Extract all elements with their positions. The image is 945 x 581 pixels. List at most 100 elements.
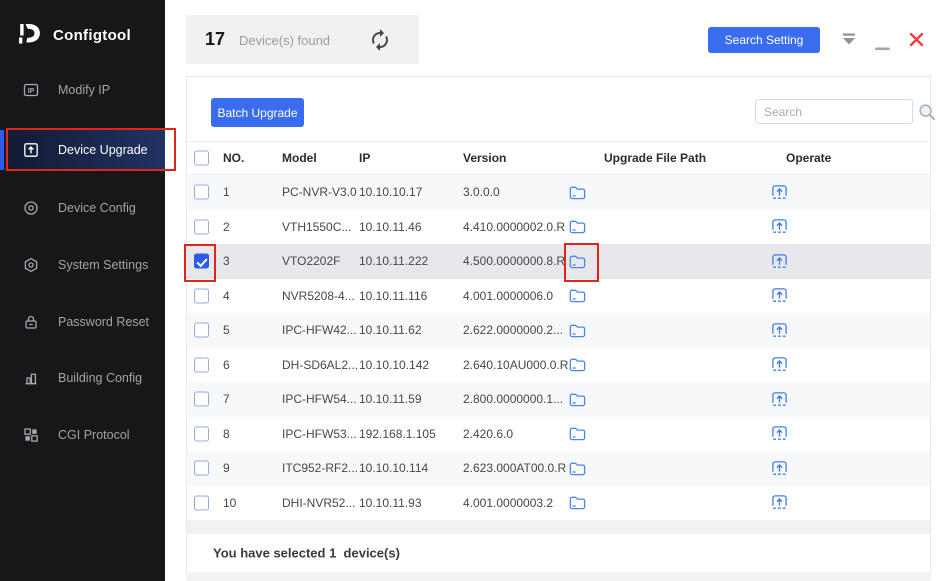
minimize-icon[interactable] [875,38,890,56]
upload-icon[interactable] [771,390,789,408]
close-icon[interactable] [909,32,924,52]
row-checkbox[interactable] [194,357,209,372]
upload-icon[interactable] [771,218,789,236]
cell-no: 9 [223,461,230,475]
column-header-ip: IP [359,151,370,165]
cell-ip: 10.10.11.59 [359,392,422,406]
folder-icon[interactable] [569,425,587,443]
upload-icon[interactable] [771,425,789,443]
upload-icon[interactable] [771,287,789,305]
row-checkbox[interactable] [194,254,209,269]
magnifier-icon[interactable] [917,102,937,122]
cell-model: VTO2202F [282,254,340,268]
table-row: 8 IPC-HFW53... 192.168.1.105 2.420.6.0 [187,417,930,452]
upload-icon[interactable] [771,356,789,374]
folder-icon[interactable] [569,390,587,408]
cell-model: PC-NVR-V3.0 [282,185,357,199]
sidebar-item-label: CGI Protocol [58,428,130,442]
cell-no: 5 [223,323,230,337]
cell-no: 10 [223,496,236,510]
cell-version: 2.800.0000000.1... [463,392,563,406]
building-config-icon [23,370,39,386]
cell-version: 2.420.6.0 [463,427,513,441]
table-row: 3 VTO2202F 10.10.11.222 4.500.0000000.8.… [187,244,930,279]
cell-model: VTH1550C... [282,220,351,234]
active-item-stripe [0,130,4,170]
sidebar-item-system-settings[interactable]: System Settings [0,245,165,285]
upload-icon[interactable] [771,494,789,512]
device-upgrade-panel: Batch Upgrade NO. Model IP Version Upgra… [186,76,931,572]
device-count-label: Device(s) found [239,33,330,48]
cell-no: 7 [223,392,230,406]
sidebar-item-label: Building Config [58,371,142,385]
folder-icon[interactable] [569,494,587,512]
sidebar-item-cgi-protocol[interactable]: CGI Protocol [0,415,165,455]
row-checkbox[interactable] [194,219,209,234]
folder-icon[interactable] [569,218,587,236]
select-all-checkbox[interactable] [194,151,209,166]
batch-upgrade-button[interactable]: Batch Upgrade [211,98,304,127]
folder-icon[interactable] [569,252,587,270]
row-checkbox[interactable] [194,392,209,407]
app-logo: Configtool [14,20,131,50]
cell-ip: 10.10.11.222 [359,254,428,268]
table-footer-divider [187,520,930,534]
device-config-icon [23,200,39,216]
folder-icon[interactable] [569,321,587,339]
cell-model: DHI-NVR52... [282,496,355,510]
row-checkbox[interactable] [194,461,209,476]
sidebar-item-building-config[interactable]: Building Config [0,358,165,398]
cell-version: 2.640.10AU000.0.R [463,358,568,372]
selection-footer: You have selected 1 device(s) [187,534,930,572]
modify-ip-icon: IP [23,82,39,98]
sidebar-item-device-upgrade[interactable]: Device Upgrade [0,130,165,170]
sidebar-item-password-reset[interactable]: Password Reset [0,302,165,342]
configtool-window: Configtool IP Modify IP Device Upgrade D… [0,0,945,581]
cell-version: 2.622.0000000.2... [463,323,563,337]
folder-icon[interactable] [569,287,587,305]
row-checkbox[interactable] [194,323,209,338]
cell-version: 4.001.0000006.0 [463,289,553,303]
row-checkbox[interactable] [194,288,209,303]
row-checkbox[interactable] [194,426,209,441]
sidebar-item-label: Modify IP [58,83,110,97]
bottom-strip [186,572,931,581]
row-checkbox[interactable] [194,495,209,510]
refresh-icon[interactable] [368,28,392,52]
cell-version: 4.500.0000000.8.R [463,254,565,268]
upload-icon[interactable] [771,459,789,477]
cell-no: 1 [223,185,230,199]
folder-icon[interactable] [569,356,587,374]
upload-icon[interactable] [771,183,789,201]
search-input[interactable] [755,99,913,124]
cell-version: 3.0.0.0 [463,185,500,199]
upload-icon[interactable] [771,252,789,270]
app-title: Configtool [53,27,131,44]
device-upgrade-icon [23,142,39,158]
row-checkbox[interactable] [194,185,209,200]
cell-model: DH-SD6AL2... [282,358,358,372]
system-settings-icon [23,257,39,273]
folder-icon[interactable] [569,183,587,201]
sidebar-item-label: Device Upgrade [58,143,148,157]
device-count-band: 17 Device(s) found [186,15,419,64]
folder-icon[interactable] [569,459,587,477]
cell-no: 2 [223,220,230,234]
svg-text:IP: IP [28,88,35,95]
sidebar: Configtool IP Modify IP Device Upgrade D… [0,0,165,581]
table-row: 10 DHI-NVR52... 10.10.11.93 4.001.000000… [187,486,930,521]
sidebar-item-label: Password Reset [58,315,149,329]
sidebar-item-label: Device Config [58,201,136,215]
cell-model: IPC-HFW53... [282,427,357,441]
collapse-triangle-icon[interactable] [841,33,857,51]
cell-model: IPC-HFW54... [282,392,357,406]
upload-icon[interactable] [771,321,789,339]
sidebar-item-modify-ip[interactable]: IP Modify IP [0,70,165,110]
cell-model: NVR5208-4... [282,289,355,303]
cell-ip: 10.10.11.46 [359,220,422,234]
table-row: 6 DH-SD6AL2... 10.10.10.142 2.640.10AU00… [187,348,930,383]
cell-ip: 192.168.1.105 [359,427,436,441]
sidebar-item-device-config[interactable]: Device Config [0,188,165,228]
search-setting-button[interactable]: Search Setting [708,27,820,53]
cell-ip: 10.10.11.116 [359,289,427,303]
